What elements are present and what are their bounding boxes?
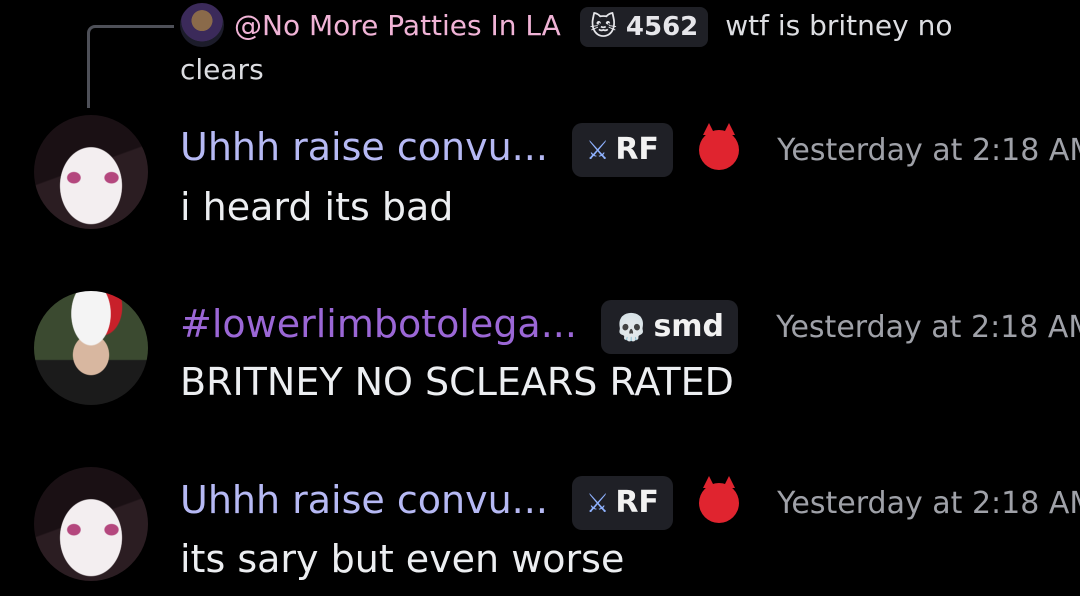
message-text: i heard its bad	[180, 185, 454, 229]
author-name[interactable]: #lowerlimbotolega...	[180, 302, 577, 346]
role-tag-label: RF	[615, 484, 659, 520]
timestamp[interactable]: Yesterday at 2:18 AM	[777, 486, 1080, 521]
avatar[interactable]	[34, 291, 148, 405]
devil-icon	[699, 475, 739, 523]
reply-preview[interactable]: @No More Patties In LA 🐱 4562 wtf is bri…	[180, 4, 1060, 92]
avatar[interactable]	[34, 467, 148, 581]
timestamp[interactable]: Yesterday at 2:18 AM	[776, 310, 1080, 345]
timestamp[interactable]: Yesterday at 2:18 AM	[777, 133, 1080, 168]
sword-icon: ⚔	[586, 135, 610, 166]
reply-connector	[87, 25, 174, 108]
cat-icon: 🐱	[589, 12, 617, 42]
reply-text-line2: clears	[180, 53, 264, 86]
role-tag[interactable]: ⚔ RF	[572, 122, 673, 177]
author-name[interactable]: Uhhh raise convu...	[180, 125, 548, 169]
role-tag[interactable]: 💀 smd	[601, 299, 739, 354]
reply-author[interactable]: @No More Patties In LA	[234, 9, 561, 42]
role-tag-label: smd	[653, 308, 725, 344]
message-header: Uhhh raise convu... ⚔ RF Yesterday at 2:1…	[180, 119, 1080, 179]
reply-tag-label: 4562	[625, 12, 699, 42]
message-text: BRITNEY NO SCLEARS RATED	[180, 360, 734, 404]
skull-icon: 💀	[615, 312, 648, 343]
role-tag-label: RF	[615, 131, 659, 167]
reply-server-tag[interactable]: 🐱 4562	[579, 7, 709, 47]
reply-text-line1: wtf is britney no	[725, 9, 953, 42]
devil-icon	[699, 122, 739, 170]
role-tag[interactable]: ⚔ RF	[572, 475, 673, 530]
author-name[interactable]: Uhhh raise convu...	[180, 478, 548, 522]
sword-icon: ⚔	[586, 488, 610, 519]
message-text: its sary but even worse	[180, 537, 625, 581]
message-header: #lowerlimbotolega... 💀 smd Yesterday at 2…	[180, 296, 1080, 356]
avatar[interactable]	[34, 115, 148, 229]
message-header: Uhhh raise convu... ⚔ RF Yesterday at 2:1…	[180, 472, 1080, 532]
